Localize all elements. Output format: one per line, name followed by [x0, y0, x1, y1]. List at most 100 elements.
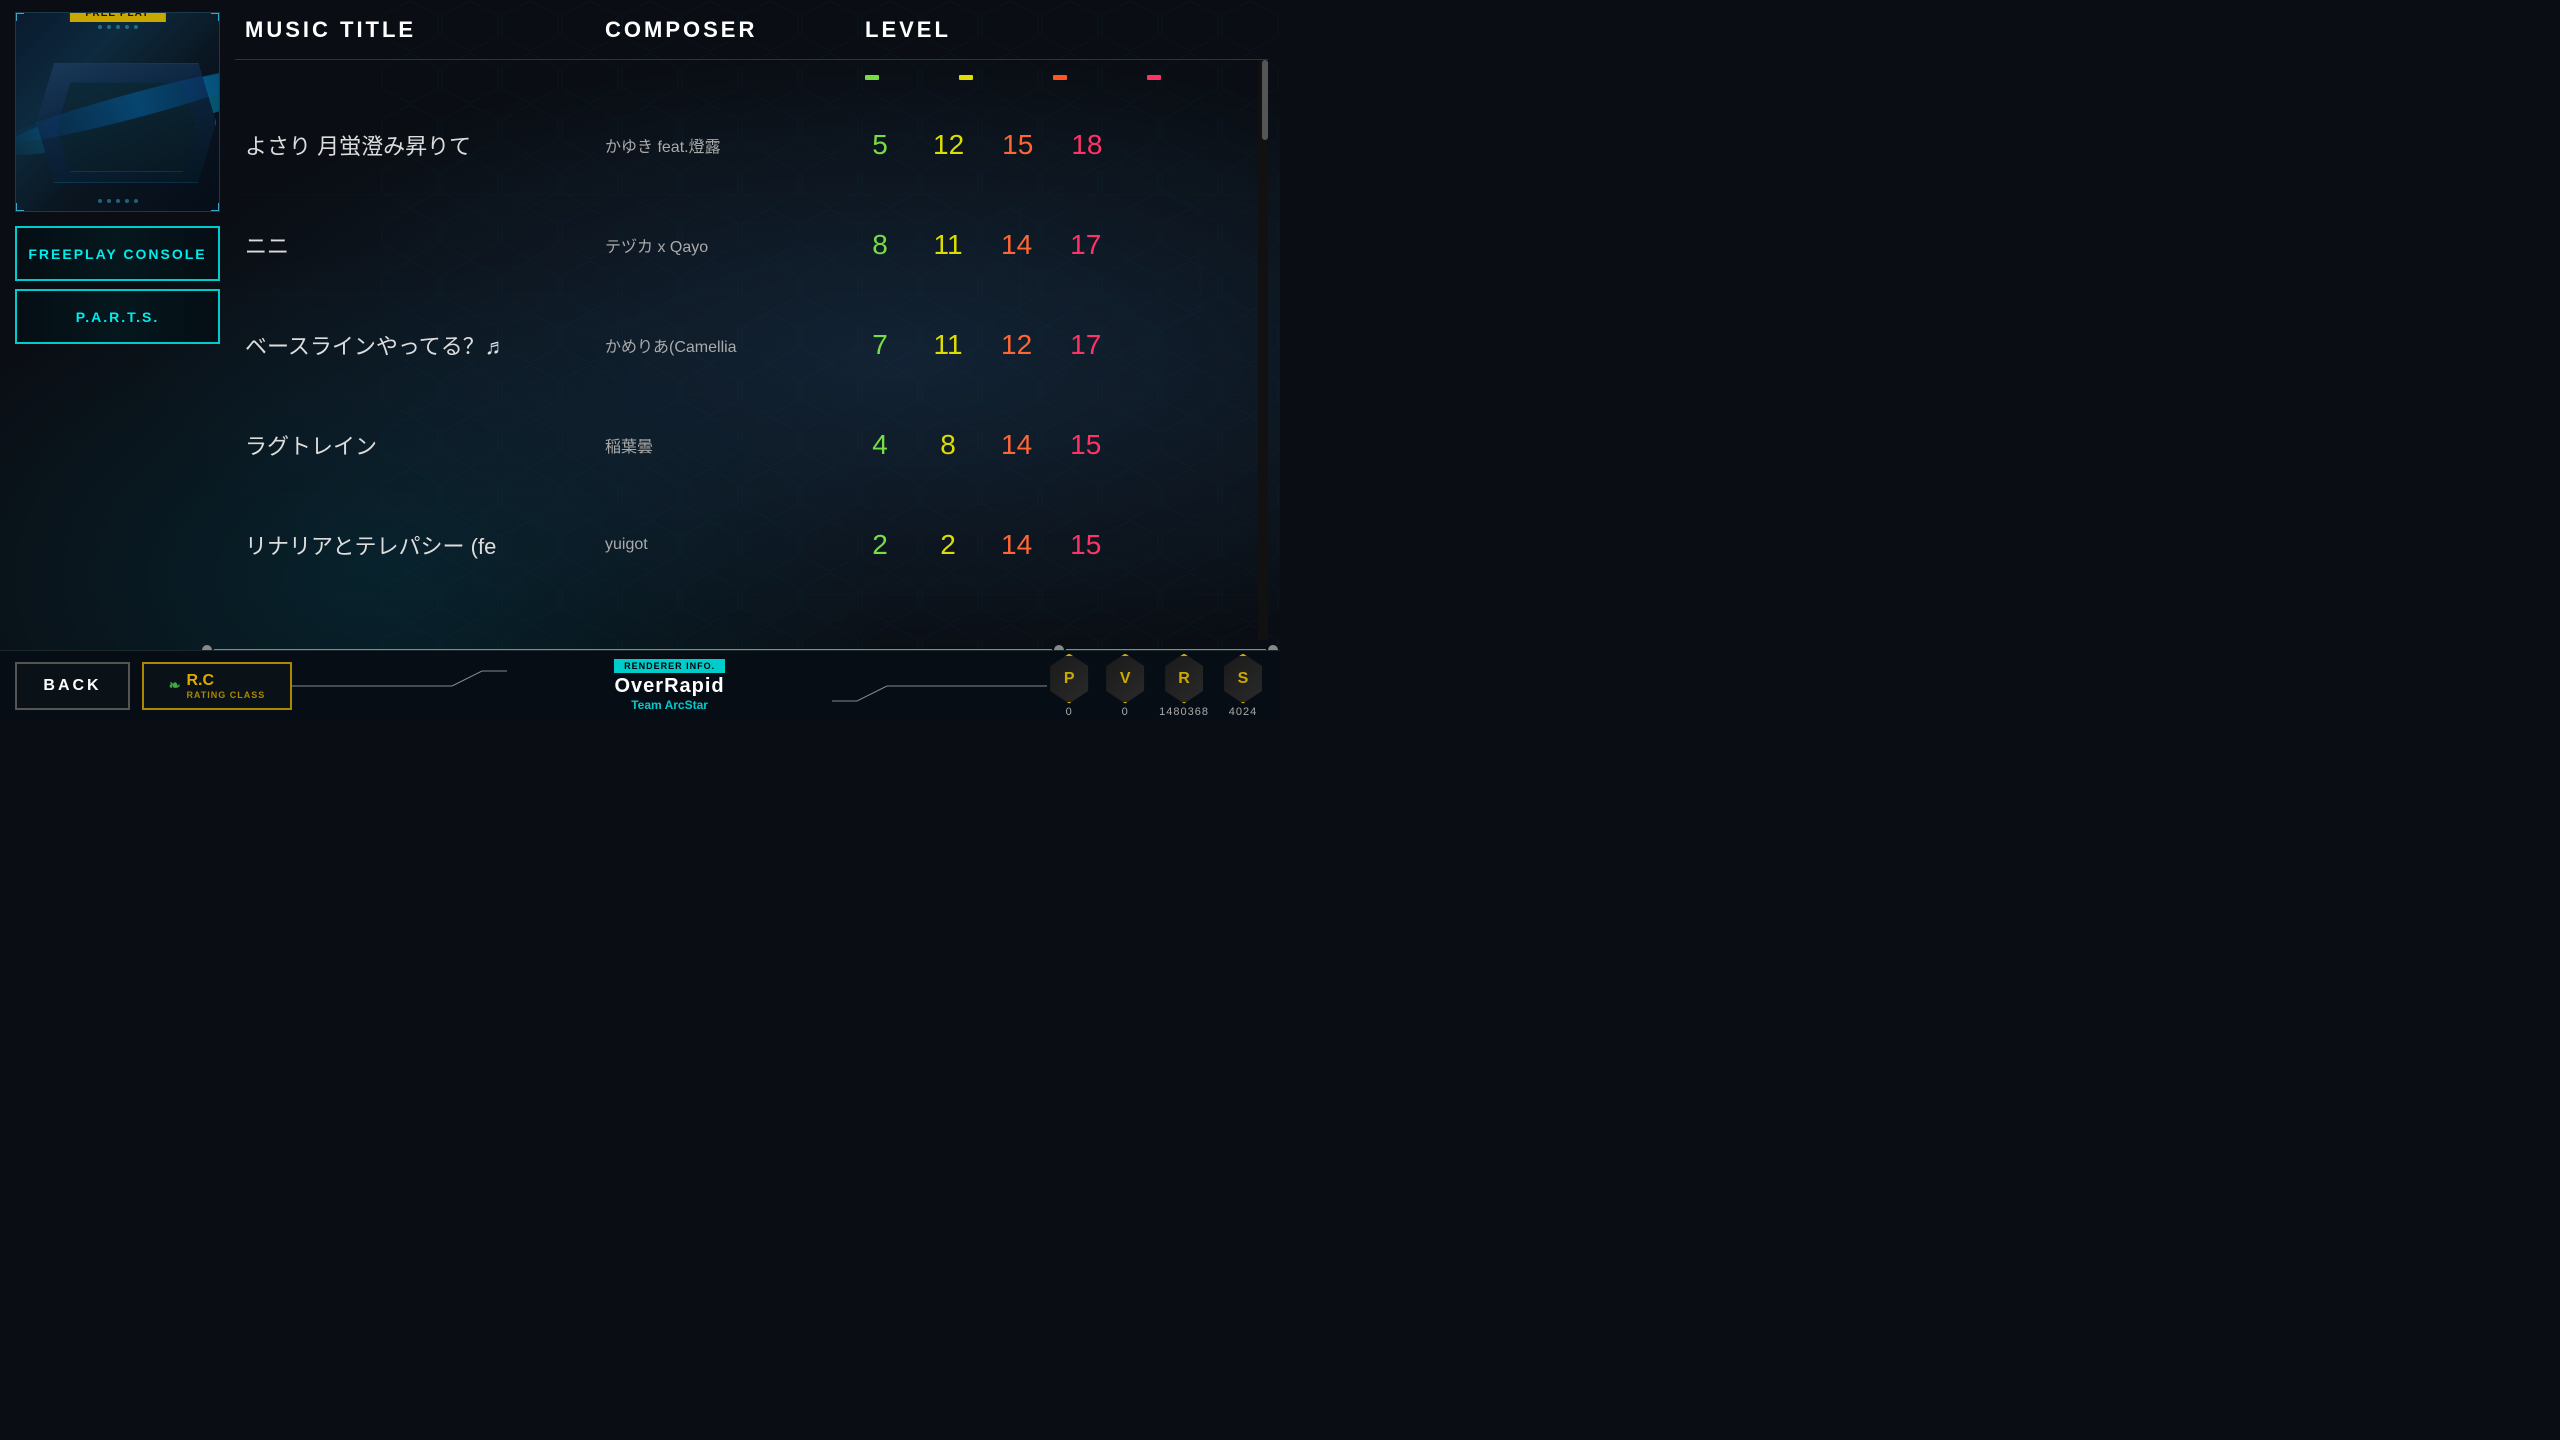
freeplay-console-button[interactable]: FREEPLAY CONSOLE [15, 226, 220, 281]
column-header-composer: COMPOSER [605, 17, 865, 43]
level-hard: 14 [1001, 229, 1032, 261]
music-row[interactable]: よさり 月蛍澄み昇りてかゆき feat.燈露5121518 [235, 95, 1268, 195]
corner-bracket-tr [211, 13, 219, 21]
column-header-music-title: MUSIC TITLE [245, 17, 605, 43]
music-composer: かめりあ(Camellia [605, 333, 865, 357]
corner-bracket-bl [16, 203, 24, 211]
level-normal: 11 [933, 329, 963, 361]
renderer-badge: RENDERER INFO. [614, 659, 725, 673]
music-row[interactable]: ラグトレイン稲葉曇4 8 14 15 [235, 395, 1268, 495]
level-normal: 12 [933, 129, 964, 161]
score-badge-p: P0 [1047, 654, 1091, 718]
level-color-hard [1053, 75, 1067, 80]
team-name: Team ArcStar [631, 698, 708, 712]
column-header-level: LEVEL [865, 17, 1258, 43]
music-row[interactable]: ニニテヅカ x Qayo8 11 14 17 [235, 195, 1268, 295]
bottom-bar: BACK ❧ R.C RATING CLASS RENDERER INFO. O… [0, 650, 1280, 720]
badge-score-s: 4024 [1229, 706, 1257, 718]
right-line-decoration [827, 666, 1047, 706]
level-easy: 7 [865, 329, 895, 361]
dot-b4 [125, 199, 129, 203]
music-title: よさり 月蛍澄み昇りて [245, 129, 605, 161]
music-levels: 8 11 14 17 [865, 229, 1101, 261]
level-hard: 14 [1001, 429, 1032, 461]
level-expert: 18 [1071, 129, 1102, 161]
left-line-decoration [292, 666, 512, 706]
score-badge-v: V0 [1103, 654, 1147, 718]
dot-4 [125, 25, 129, 29]
dot-b5 [134, 199, 138, 203]
center-info: RENDERER INFO. OverRapid Team ArcStar [292, 659, 1047, 712]
album-art-container: FREE PLAY [15, 12, 220, 212]
music-row[interactable]: リナリアとテレパシー (feyuigot221415 [235, 495, 1268, 595]
scrollbar-thumb[interactable] [1262, 60, 1268, 140]
level-hard: 15 [1002, 129, 1033, 161]
badge-icon-v: V [1103, 654, 1147, 704]
badge-score-r: 1480368 [1159, 706, 1209, 718]
menu-buttons: FREEPLAY CONSOLE P.A.R.T.S. [15, 226, 220, 344]
rating-class-label: RATING CLASS [186, 690, 265, 700]
dot-2 [107, 25, 111, 29]
back-button[interactable]: BACK [15, 662, 130, 710]
free-play-badge: FREE PLAY [69, 12, 165, 22]
corner-bracket-tl [16, 13, 24, 21]
music-row[interactable]: ベースラインやってる？♬かめりあ(Camellia7 11 12 17 [235, 295, 1268, 395]
music-title: ベースラインやってる？♬ [245, 329, 605, 361]
level-hard: 14 [1001, 529, 1032, 561]
left-panel: FREE PLAY FREEPLAY CONSOLE P [15, 12, 220, 344]
badge-score-p: 0 [1066, 706, 1073, 718]
level-normal: 8 [933, 429, 963, 461]
music-composer: テヅカ x Qayo [605, 233, 865, 257]
music-composer: yuigot [605, 536, 865, 554]
level-colors-row [865, 75, 1161, 80]
album-shape-2 [57, 82, 197, 172]
score-badge-s: S 4024 [1221, 654, 1265, 718]
dot-row-top [98, 25, 138, 29]
level-hard: 12 [1001, 329, 1032, 361]
badge-icon-s: S [1221, 654, 1265, 704]
level-easy: 8 [865, 229, 895, 261]
level-header-text: LEVEL [865, 17, 1258, 43]
center-box: RENDERER INFO. OverRapid Team ArcStar [584, 659, 755, 712]
badge-icon-r: R [1162, 654, 1206, 704]
dot-3 [116, 25, 120, 29]
parts-button[interactable]: P.A.R.T.S. [15, 289, 220, 344]
level-normal: 11 [933, 229, 963, 261]
right-panel: MUSIC TITLE COMPOSER LEVEL よさり 月蛍澄み昇りてかゆ… [235, 0, 1268, 660]
music-levels: 7 11 12 17 [865, 329, 1101, 361]
level-color-normal [959, 75, 973, 80]
music-title: ラグトレイン [245, 429, 605, 461]
level-color-easy [865, 75, 879, 80]
level-easy: 5 [865, 129, 895, 161]
scrollbar[interactable] [1258, 60, 1268, 640]
rating-leaf-icon: ❧ [169, 677, 181, 694]
music-levels: 2 2 14 15 [865, 529, 1101, 561]
badge-score-v: 0 [1122, 706, 1129, 718]
music-levels: 5 12 15 18 [865, 129, 1102, 161]
music-title: リナリアとテレパシー (fe [245, 529, 605, 561]
table-header: MUSIC TITLE COMPOSER LEVEL [235, 0, 1268, 60]
level-expert: 15 [1070, 429, 1101, 461]
badge-icon-p: P [1047, 654, 1091, 704]
score-badges: P0V0R1480368S4024 [1047, 654, 1265, 718]
level-easy: 4 [865, 429, 895, 461]
level-expert: 17 [1070, 229, 1101, 261]
corner-bracket-br [211, 203, 219, 211]
dot-1 [98, 25, 102, 29]
dot-b3 [116, 199, 120, 203]
dot-b1 [98, 199, 102, 203]
music-levels: 4 8 14 15 [865, 429, 1101, 461]
dot-b2 [107, 199, 111, 203]
level-expert: 17 [1070, 329, 1101, 361]
level-normal: 2 [933, 529, 963, 561]
music-composer: 稲葉曇 [605, 433, 865, 457]
album-art [16, 13, 219, 211]
rating-class-button[interactable]: ❧ R.C RATING CLASS [142, 662, 292, 710]
level-expert: 15 [1070, 529, 1101, 561]
dot-row-bottom [98, 199, 138, 203]
music-list: よさり 月蛍澄み昇りてかゆき feat.燈露5121518ニニテヅカ x Qay… [235, 95, 1268, 595]
level-color-expert [1147, 75, 1161, 80]
rating-text: R.C RATING CLASS [186, 672, 265, 700]
level-easy: 2 [865, 529, 895, 561]
music-title: ニニ [245, 229, 605, 261]
